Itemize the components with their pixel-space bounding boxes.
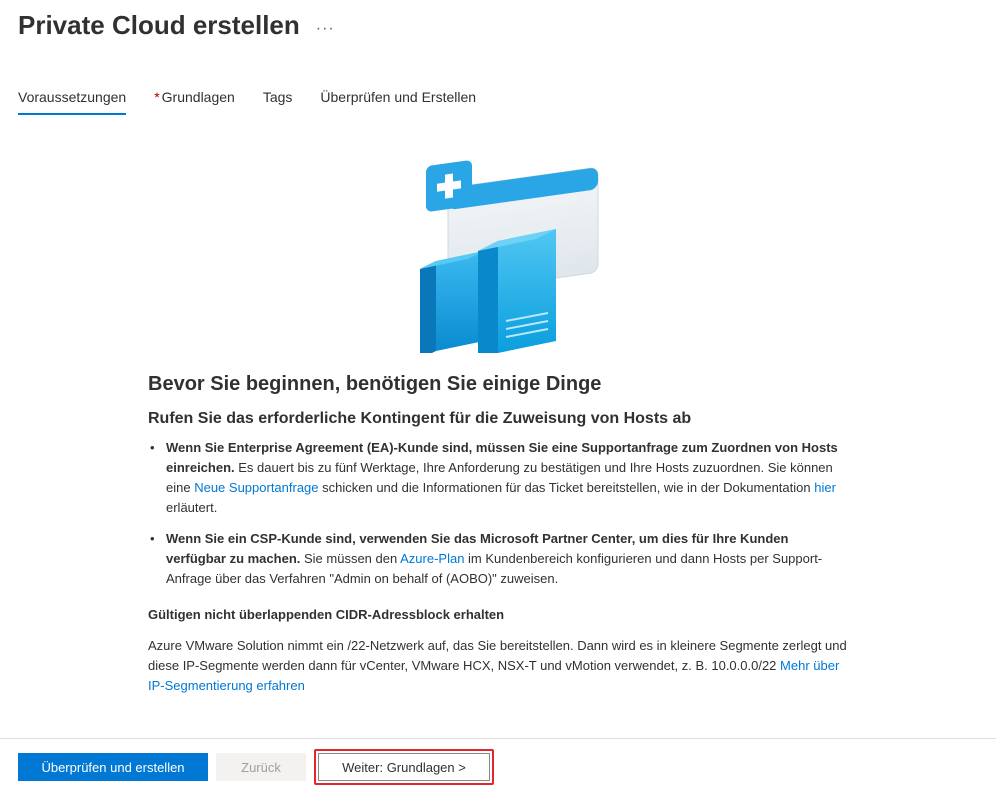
- heading-main: Bevor Sie beginnen, benötigen Sie einige…: [148, 373, 848, 396]
- tab-label: Überprüfen und Erstellen: [320, 89, 476, 105]
- servers-illustration-icon: [378, 143, 618, 353]
- list-item: Wenn Sie ein CSP-Kunde sind, verwenden S…: [148, 529, 848, 589]
- bullet-text: erläutert.: [166, 500, 217, 515]
- wizard-tabs: Voraussetzungen *Grundlagen Tags Überprü…: [0, 89, 996, 115]
- wizard-footer: Überprüfen und erstellen Zurück Weiter: …: [0, 738, 996, 797]
- next-button-highlight: Weiter: Grundlagen >: [314, 749, 494, 785]
- illustration-wrap: [18, 143, 978, 353]
- prereq-list: Wenn Sie Enterprise Agreement (EA)-Kunde…: [148, 438, 848, 589]
- page-title: Private Cloud erstellen: [18, 10, 300, 41]
- tab-label: Grundlagen: [162, 89, 235, 105]
- bullet-text: schicken und die Informationen für das T…: [319, 480, 815, 495]
- link-azure-plan[interactable]: Azure-Plan: [400, 551, 464, 566]
- tab-voraussetzungen[interactable]: Voraussetzungen: [18, 89, 126, 115]
- list-item: Wenn Sie Enterprise Agreement (EA)-Kunde…: [148, 438, 848, 519]
- content-region: Bevor Sie beginnen, benötigen Sie einige…: [0, 115, 996, 696]
- back-button: Zurück: [216, 753, 306, 781]
- tab-review-create[interactable]: Überprüfen und Erstellen: [320, 89, 476, 115]
- tab-tags[interactable]: Tags: [263, 89, 293, 115]
- heading-cidr: Gültigen nicht überlappenden CIDR-Adress…: [148, 607, 848, 622]
- body-region: Bevor Sie beginnen, benötigen Sie einige…: [18, 373, 978, 696]
- heading-quota: Rufen Sie das erforderliche Kontingent f…: [148, 410, 848, 428]
- tab-label: Voraussetzungen: [18, 89, 126, 105]
- page-header: Private Cloud erstellen ···: [0, 0, 996, 41]
- more-actions-icon[interactable]: ···: [316, 14, 335, 38]
- link-new-support-request[interactable]: Neue Supportanfrage: [194, 480, 318, 495]
- para-text: Azure VMware Solution nimmt ein /22-Netz…: [148, 638, 847, 673]
- required-star-icon: *: [154, 89, 159, 105]
- bullet-text: Sie müssen den: [300, 551, 400, 566]
- para-cidr: Azure VMware Solution nimmt ein /22-Netz…: [148, 636, 848, 696]
- next-button[interactable]: Weiter: Grundlagen >: [318, 753, 490, 781]
- link-documentation-here[interactable]: hier: [814, 480, 836, 495]
- tab-label: Tags: [263, 89, 293, 105]
- tab-grundlagen[interactable]: *Grundlagen: [154, 89, 235, 115]
- review-and-create-button[interactable]: Überprüfen und erstellen: [18, 753, 208, 781]
